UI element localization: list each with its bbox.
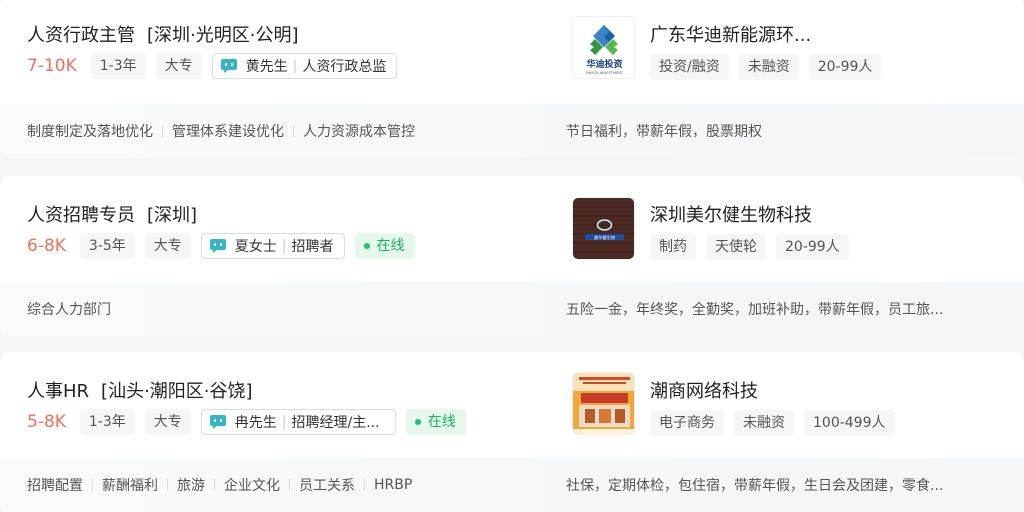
skill-list: 招聘配置 薪酬福利 旅游 企业文化 员工关系 HRBP (27, 475, 412, 495)
welfare-text: 节日福利，带薪年假，股票期权 (566, 124, 762, 140)
online-dot-icon (363, 243, 370, 249)
company-name[interactable]: 深圳美尔健生物科技 (650, 201, 812, 227)
job-info-row: 5-8K 1-3年 大专 冉先生 | 招聘经理/主... 在线 (27, 409, 466, 435)
skill-tag: 人力资源成本管控 (303, 124, 415, 140)
skill-tag: 制度制定及落地优化 (27, 124, 153, 140)
company-industry-tag: 投资/融资 (650, 54, 729, 80)
job-title[interactable]: 人资招聘专员 [深圳] (27, 201, 197, 227)
job-card[interactable]: 人事HR [汕头·潮阳区·谷饶] 5-8K 1-3年 大专 冉先生 | 招聘经理/主.… (0, 352, 1024, 512)
job-title-text: 人资招聘专员 (27, 205, 135, 226)
recruiter-title: 招聘者 (291, 239, 334, 255)
skill-tag: 综合人力部门 (27, 302, 111, 318)
skill-tag: 管理体系建设优化 (172, 124, 284, 140)
experience-tag: 1-3年 (79, 409, 135, 435)
company-size-tag: 20-99人 (808, 54, 882, 80)
online-label: 在线 (427, 414, 456, 430)
divider (364, 479, 365, 491)
salary: 7-10K (27, 56, 77, 76)
divider: | (281, 238, 287, 254)
divider: | (281, 414, 287, 430)
divider (92, 479, 93, 491)
degree-tag: 大专 (144, 409, 191, 435)
company-logo[interactable] (572, 372, 635, 435)
company-tags: 电子商务 未融资 100-499人 (650, 410, 905, 436)
divider (162, 125, 163, 137)
job-title-text: 人事HR (27, 381, 90, 402)
svg-text:美尔健生物: 美尔健生物 (594, 234, 615, 241)
recruiter-name: 冉先生 (234, 415, 277, 431)
divider (167, 479, 168, 491)
recruiter-title: 招聘经理/主... (291, 415, 380, 431)
skill-list: 综合人力部门 (27, 299, 111, 319)
huadi-logo-icon: 华迪投资 HUA DI INVESTMENT (573, 17, 634, 78)
degree-tag: 大专 (155, 53, 202, 79)
recruiter-chat-button[interactable]: 冉先生 | 招聘经理/主... (200, 409, 396, 435)
recruiter-chat-button[interactable]: 黄先生 | 人资行政总监 (211, 53, 398, 79)
divider (289, 479, 290, 491)
welfare-text: 五险一金，年终奖，全勤奖，加班补助，带薪年假，员工旅... (566, 302, 944, 318)
online-status-badge: 在线 (354, 233, 415, 259)
job-area: [深圳·光明区·公明] (147, 25, 299, 46)
experience-tag: 3-5年 (79, 233, 135, 259)
company-industry-tag: 制药 (650, 234, 696, 260)
job-info-row: 7-10K 1-3年 大专 黄先生 | 人资行政总监 (27, 53, 407, 79)
recruiter-title: 人资行政总监 (302, 59, 387, 75)
online-dot-icon (414, 419, 421, 425)
skill-tag: 旅游 (177, 478, 205, 494)
company-funding-tag: 天使轮 (706, 234, 766, 260)
company-size-tag: 20-99人 (776, 234, 849, 260)
meierjian-logo-icon: 美尔健生物 (573, 198, 634, 259)
company-logo[interactable]: 美尔健生物 (572, 197, 635, 260)
job-area: [汕头·潮阳区·谷饶] (101, 381, 253, 402)
experience-tag: 1-3年 (90, 53, 146, 79)
welfare-text: 社保，定期体检，包住宿，带薪年假，生日会及团建，零食... (566, 478, 944, 494)
company-name[interactable]: 潮商网络科技 (650, 377, 758, 403)
job-card-footer: 综合人力部门 五险一金，年终奖，全勤奖，加班补助，带薪年假，员工旅... (0, 282, 1024, 336)
company-size-tag: 100-499人 (804, 410, 895, 436)
company-funding-tag: 未融资 (738, 54, 799, 80)
salary: 6-8K (27, 236, 66, 256)
company-tags: 投资/融资 未融资 20-99人 (650, 54, 891, 80)
storefront-logo-icon (573, 373, 634, 434)
divider: | (292, 58, 298, 74)
job-info-row: 6-8K 3-5年 大专 夏女士 | 招聘者 在线 (27, 233, 415, 259)
degree-tag: 大专 (144, 233, 191, 259)
svg-text:HUA DI INVESTMENT: HUA DI INVESTMENT (586, 71, 624, 75)
chat-icon (209, 415, 226, 429)
job-card[interactable]: 人资招聘专员 [深圳] 6-8K 3-5年 大专 夏女士 | 招聘者 在线 美尔健生物 (0, 176, 1024, 336)
company-tags: 制药 天使轮 20-99人 (650, 234, 859, 260)
job-title-text: 人资行政主管 (27, 25, 135, 46)
skill-list: 制度制定及落地优化 管理体系建设优化 人力资源成本管控 (27, 121, 415, 141)
recruiter-name: 夏女士 (234, 239, 277, 255)
job-card[interactable]: 人资行政主管 [深圳·光明区·公明] 7-10K 1-3年 大专 黄先生 | 人资行政… (0, 0, 1024, 158)
recruiter-name: 黄先生 (245, 59, 288, 75)
skill-tag: 企业文化 (224, 478, 280, 494)
chat-icon (209, 239, 226, 253)
skill-tag: 薪酬福利 (102, 478, 158, 494)
divider (293, 125, 294, 137)
job-title[interactable]: 人资行政主管 [深圳·光明区·公明] (27, 21, 299, 47)
company-funding-tag: 未融资 (734, 410, 794, 436)
job-area: [深圳] (147, 205, 198, 226)
online-label: 在线 (376, 238, 405, 254)
job-title[interactable]: 人事HR [汕头·潮阳区·谷饶] (27, 377, 253, 403)
recruiter-chat-button[interactable]: 夏女士 | 招聘者 (200, 233, 345, 259)
divider (214, 479, 215, 491)
skill-tag: 招聘配置 (27, 478, 83, 494)
company-name[interactable]: 广东华迪新能源环... (650, 21, 811, 47)
job-card-footer: 招聘配置 薪酬福利 旅游 企业文化 员工关系 HRBP 社保，定期体检，包住宿，… (0, 458, 1024, 512)
chat-icon (220, 59, 237, 73)
salary: 5-8K (27, 412, 66, 432)
company-industry-tag: 电子商务 (650, 410, 724, 436)
online-status-badge: 在线 (405, 409, 466, 435)
skill-tag: 员工关系 (299, 478, 355, 494)
skill-tag: HRBP (374, 477, 413, 493)
company-logo[interactable]: 华迪投资 HUA DI INVESTMENT (572, 16, 635, 79)
svg-text:华迪投资: 华迪投资 (586, 58, 622, 70)
job-card-footer: 制度制定及落地优化 管理体系建设优化 人力资源成本管控 节日福利，带薪年假，股票… (0, 104, 1024, 158)
